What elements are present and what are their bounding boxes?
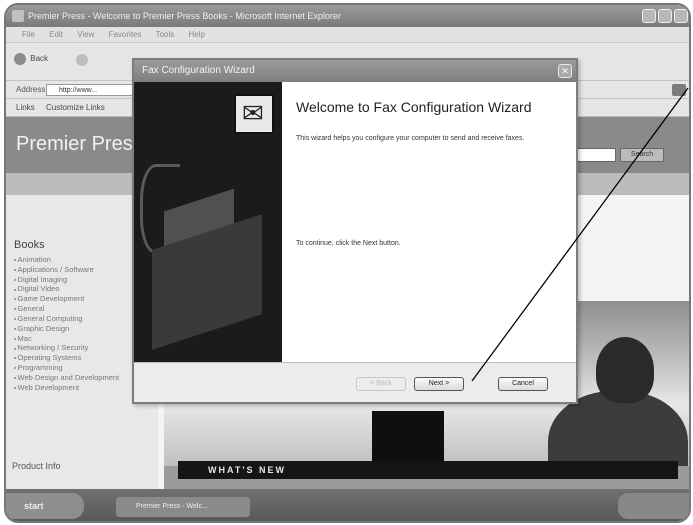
desktop-screen: Premier Press - Welcome to Premier Press… (4, 3, 691, 523)
address-label: Address (16, 85, 46, 94)
category-link[interactable]: Digital Imaging (14, 275, 119, 285)
category-link[interactable]: Web Development (14, 383, 119, 393)
category-link[interactable]: General Computing (14, 314, 119, 324)
links-label: Links (16, 103, 35, 112)
site-search-button[interactable]: Search (620, 148, 664, 162)
menu-favorites[interactable]: Favorites (109, 30, 142, 39)
go-arrow-icon[interactable] (672, 84, 686, 96)
maximize-icon[interactable] (658, 9, 672, 23)
product-info-heading: Product Info (12, 461, 61, 471)
category-link[interactable]: Applications / Software (14, 265, 119, 275)
category-link[interactable]: Graphic Design (14, 324, 119, 334)
browser-title: Premier Press - Welcome to Premier Press… (28, 11, 341, 21)
category-link[interactable]: Networking / Security (14, 343, 119, 353)
browser-title-bar: Premier Press - Welcome to Premier Press… (6, 5, 689, 27)
menu-view[interactable]: View (77, 30, 94, 39)
close-window-icon[interactable] (674, 9, 688, 23)
minimize-icon[interactable] (642, 9, 656, 23)
address-input[interactable]: http://www... (46, 84, 136, 96)
cancel-button[interactable]: Cancel (498, 377, 548, 391)
photo-person-head (596, 337, 654, 403)
category-link[interactable]: Digital Video (14, 284, 119, 294)
category-link[interactable]: General (14, 304, 119, 314)
menu-file[interactable]: File (22, 30, 35, 39)
category-link[interactable]: Programming (14, 363, 119, 373)
book-category-list: Animation Applications / Software Digita… (14, 255, 120, 393)
start-button[interactable]: start (6, 493, 84, 519)
back-arrow-icon (14, 53, 26, 65)
taskbar-ie-button[interactable]: Premier Press - Welc... (116, 497, 250, 517)
customize-links[interactable]: Customize Links (46, 99, 105, 117)
wizard-content: Welcome to Fax Configuration Wizard This… (282, 82, 576, 362)
ie-icon (12, 10, 24, 22)
system-tray (618, 493, 689, 519)
wizard-side-panel (134, 82, 282, 362)
fax-wizard-dialog: Fax Configuration Wizard ✕ Welcome to Fa… (132, 58, 578, 404)
next-button[interactable]: Next > (414, 377, 464, 391)
wizard-title-bar: Fax Configuration Wizard ✕ (134, 60, 576, 82)
wizard-button-bar: < Back Next > Cancel (134, 362, 576, 402)
category-link[interactable]: Web Design and Development (14, 373, 120, 383)
category-link[interactable]: Operating Systems (14, 353, 119, 363)
back-button[interactable]: Back (14, 53, 48, 65)
wizard-continue-text: To continue, click the Next button. (296, 240, 401, 247)
wizard-heading: Welcome to Fax Configuration Wizard (296, 99, 532, 115)
category-link[interactable]: Game Development (14, 294, 119, 304)
taskbar: start Premier Press - Welc... (6, 489, 689, 521)
whats-new-banner[interactable]: WHAT'S NEW (178, 461, 678, 479)
forward-arrow-icon[interactable] (76, 54, 88, 66)
menu-tools[interactable]: Tools (156, 30, 175, 39)
wizard-title: Fax Configuration Wizard (142, 65, 255, 76)
menu-edit[interactable]: Edit (49, 30, 63, 39)
fax-icon (234, 94, 274, 134)
back-label: Back (30, 54, 49, 64)
close-icon[interactable]: ✕ (558, 64, 572, 78)
menu-bar: File Edit View Favorites Tools Help (6, 27, 689, 43)
site-title[interactable]: Premier Press (16, 133, 143, 156)
back-button-disabled: < Back (356, 377, 406, 391)
wizard-description: This wizard helps you configure your com… (296, 135, 525, 142)
category-link[interactable]: Mac (14, 334, 119, 344)
menu-help[interactable]: Help (189, 30, 205, 39)
category-link[interactable]: Animation (14, 255, 119, 265)
books-heading: Books (14, 239, 45, 251)
